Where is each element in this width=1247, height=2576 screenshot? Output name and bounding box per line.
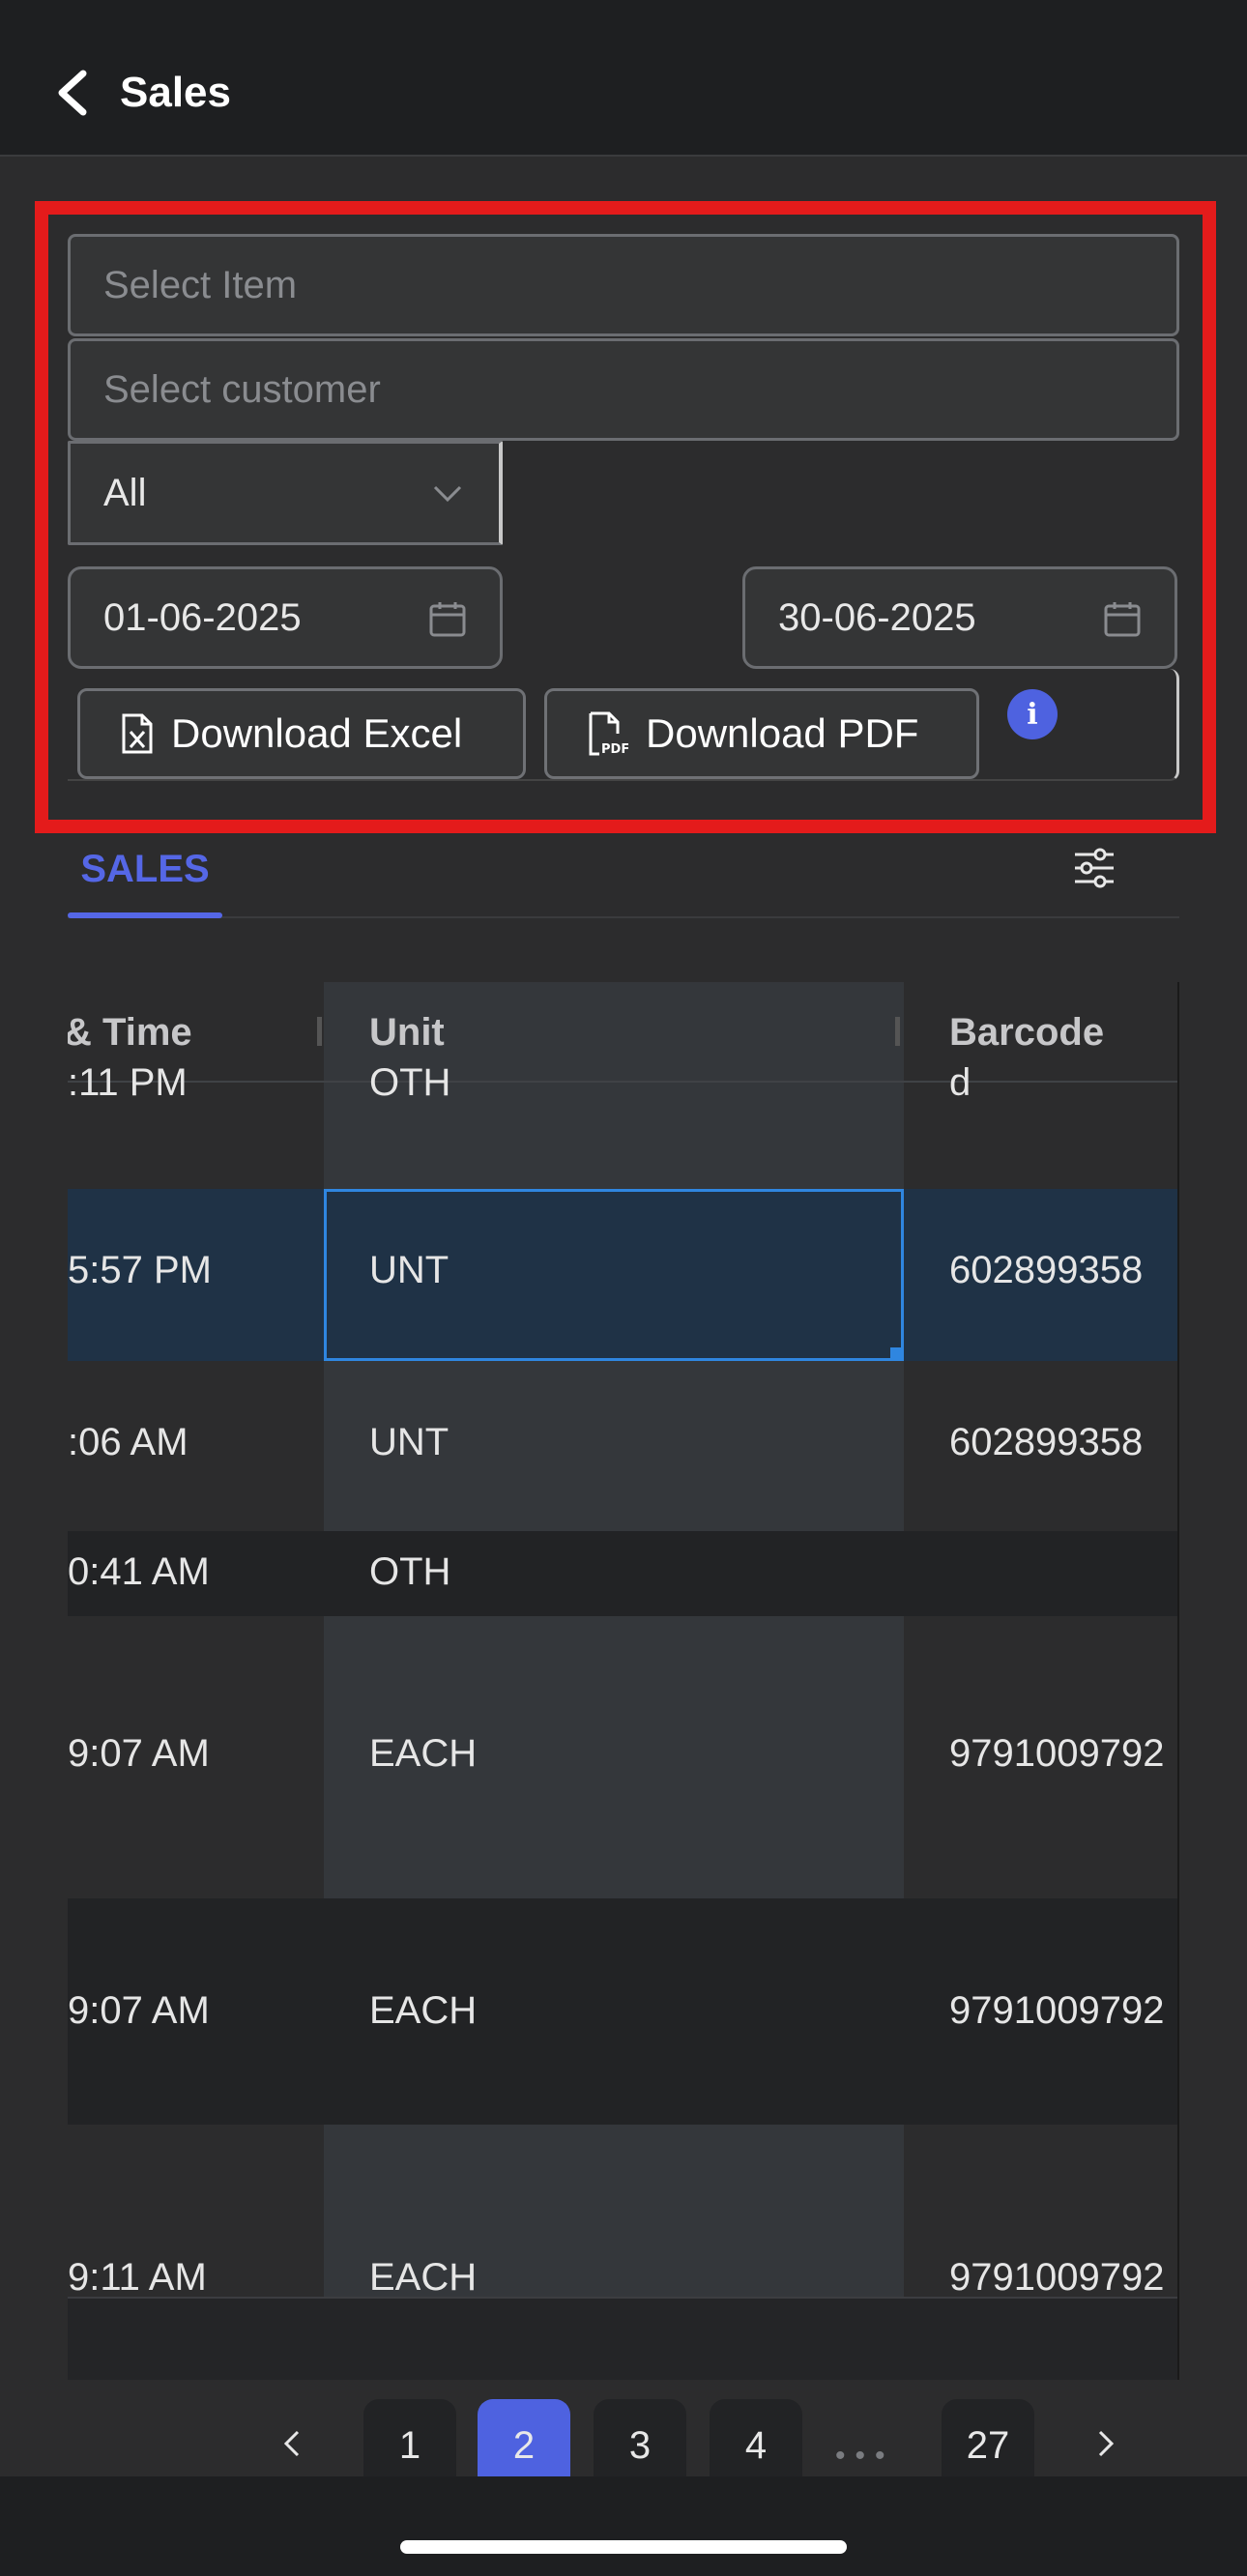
table-row[interactable]: 9:11 AM EACH 9791009792 xyxy=(68,2125,1179,2314)
pdf-file-icon: PDF xyxy=(589,711,628,757)
grid-header: & Time Unit Barcode xyxy=(68,982,1179,1083)
info-icon[interactable]: i xyxy=(1007,689,1058,739)
column-resize-handle[interactable] xyxy=(317,1017,322,1046)
cell-time: 9:07 AM xyxy=(68,1732,210,1775)
cell-time: :06 AM xyxy=(68,1421,188,1463)
cell-barcode: d xyxy=(949,1061,972,1104)
table-row[interactable]: 9:07 AM EACH 9791009792 xyxy=(68,1898,1179,2125)
select-customer-placeholder: Select customer xyxy=(103,367,381,411)
cell-barcode: 9791009792 xyxy=(949,1989,1165,2032)
table-row[interactable]: :06 AM UNT 602899358 xyxy=(68,1361,1179,1531)
column-settings-icon[interactable] xyxy=(1071,847,1117,889)
from-date-value: 01-06-2025 xyxy=(103,595,302,639)
cell-unit: OTH xyxy=(369,1061,451,1104)
fill-handle[interactable] xyxy=(890,1347,904,1361)
column-header-unit[interactable]: Unit xyxy=(369,1007,445,1057)
cell-unit: UNT xyxy=(369,1249,450,1291)
to-date-field[interactable]: 30-06-2025 xyxy=(742,566,1177,669)
download-pdf-button[interactable]: PDF Download PDF xyxy=(544,688,979,779)
cell-time: 9:11 AM xyxy=(68,2256,207,2299)
cell-time: 5:57 PM xyxy=(68,1249,212,1291)
grid-edge xyxy=(1177,982,1179,2380)
table-row[interactable]: :11 PM OTH d xyxy=(68,1061,1179,1189)
pagination: 1 2 3 4 ••• 27 xyxy=(0,2399,1247,2492)
select-item-placeholder: Select Item xyxy=(103,263,298,306)
calendar-icon xyxy=(1104,602,1141,637)
cell-unit: EACH xyxy=(369,1989,478,2032)
tab-active-indicator xyxy=(68,912,222,918)
cell-time: 0:41 AM xyxy=(68,1550,210,1593)
table-row-selected[interactable]: 5:57 PM UNT 602899358 xyxy=(68,1189,1179,1361)
cell-unit: EACH xyxy=(369,2256,478,2299)
download-pdf-label: Download PDF xyxy=(646,710,919,756)
tab-sales[interactable]: SALES xyxy=(68,845,222,893)
back-chevron-icon[interactable] xyxy=(50,66,97,120)
home-indicator[interactable] xyxy=(400,2540,847,2554)
download-excel-label: Download Excel xyxy=(171,710,463,756)
type-select-dropdown[interactable]: All xyxy=(68,441,503,545)
chevron-down-icon xyxy=(433,485,462,503)
cell-time: :11 PM xyxy=(68,1061,188,1104)
cell-time: 9:07 AM xyxy=(68,1989,210,2032)
from-date-field[interactable]: 01-06-2025 xyxy=(68,566,503,669)
cell-barcode: 9791009792 xyxy=(949,2256,1165,2299)
bottom-safe-area xyxy=(0,2476,1247,2576)
svg-text:PDF: PDF xyxy=(601,742,628,757)
download-excel-button[interactable]: Download Excel xyxy=(77,688,526,779)
excel-file-icon xyxy=(122,713,153,754)
sales-data-grid[interactable]: & Time Unit Barcode :11 PM OTH d 5:57 PM… xyxy=(68,982,1179,2380)
cell-barcode: 602899358 xyxy=(949,1249,1144,1291)
pagination-ellipsis[interactable]: ••• xyxy=(835,2440,895,2473)
type-select-value: All xyxy=(103,471,147,514)
column-header-time[interactable]: & Time xyxy=(68,1007,192,1057)
chevron-right-icon[interactable] xyxy=(1087,2424,1125,2463)
cell-barcode: 602899358 xyxy=(949,1421,1144,1463)
select-customer-field[interactable]: Select customer xyxy=(68,338,1179,441)
column-resize-handle[interactable] xyxy=(895,1017,900,1046)
horizontal-scrollbar[interactable] xyxy=(68,2297,1179,2380)
cell-unit: EACH xyxy=(369,1732,478,1775)
column-header-barcode[interactable]: Barcode xyxy=(949,1007,1104,1057)
page-title: Sales xyxy=(120,69,231,116)
to-date-value: 30-06-2025 xyxy=(778,595,976,639)
app-header: Sales xyxy=(0,0,1247,157)
cell-barcode: 9791009792 xyxy=(949,1732,1165,1775)
cell-unit: OTH xyxy=(369,1550,451,1593)
calendar-icon xyxy=(429,602,466,637)
table-row[interactable]: 9:07 AM EACH 9791009792 xyxy=(68,1616,1179,1898)
chevron-left-icon[interactable] xyxy=(273,2424,311,2463)
table-row[interactable]: 0:41 AM OTH xyxy=(68,1531,1179,1616)
tab-divider xyxy=(68,916,1179,918)
cell-unit: UNT xyxy=(369,1421,450,1463)
select-item-field[interactable]: Select Item xyxy=(68,234,1179,336)
info-icon-glyph: i xyxy=(1027,697,1038,732)
